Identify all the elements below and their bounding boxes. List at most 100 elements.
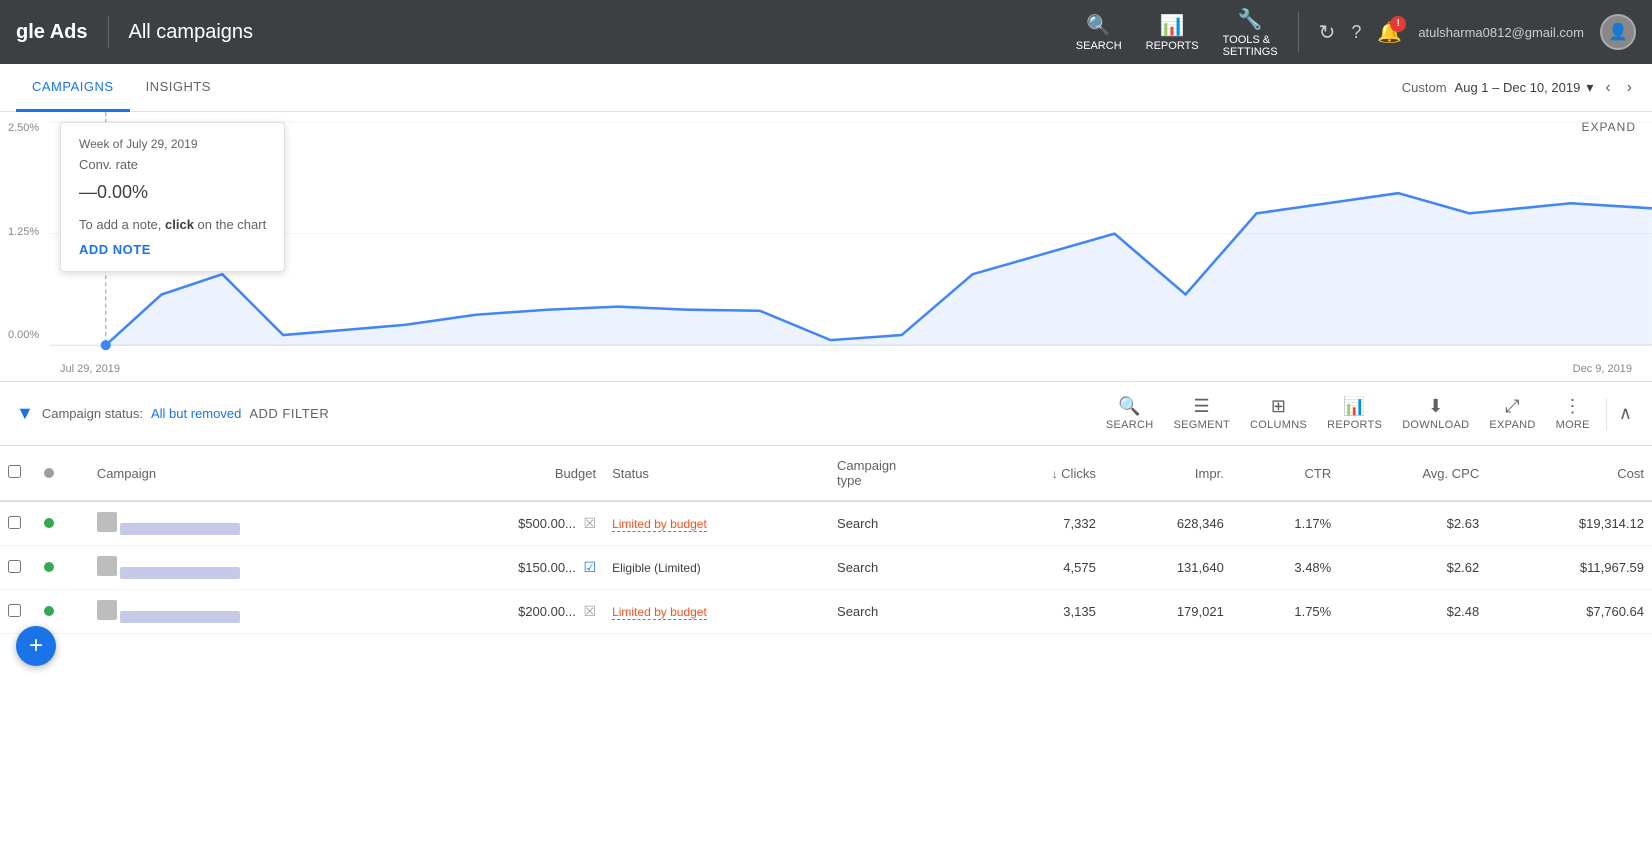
page-title: All campaigns <box>129 21 1064 44</box>
y-label-top: 2.50% <box>8 122 39 134</box>
clicks-cell: 7,332 <box>982 501 1104 546</box>
refresh-button[interactable]: ↻ <box>1319 20 1336 45</box>
toolbar-columns-button[interactable]: ⊞ COLUMNS <box>1242 392 1315 435</box>
avg-cpc-cell: $2.48 <box>1339 590 1487 634</box>
date-range-button[interactable]: Aug 1 – Dec 10, 2019 ▾ <box>1455 79 1594 96</box>
toolbar-download-button[interactable]: ⬇ DOWNLOAD <box>1394 392 1477 435</box>
cost-cell: $19,314.12 <box>1487 501 1652 546</box>
table-row: $150.00... ☑ Eligible (Limited) Search 4… <box>0 546 1652 590</box>
reports-nav-label: REPORTS <box>1146 40 1199 52</box>
add-note-button[interactable]: ADD NOTE <box>79 242 151 257</box>
tab-insights[interactable]: INSIGHTS <box>130 64 227 112</box>
header-checkbox-cell <box>0 446 36 501</box>
reports-nav-button[interactable]: 📊 REPORTS <box>1146 13 1199 52</box>
fab-add-button[interactable]: + <box>16 626 56 666</box>
impr-cell: 628,346 <box>1104 501 1232 546</box>
nav-icon-divider <box>1298 12 1299 52</box>
header-cost[interactable]: Cost <box>1487 446 1652 501</box>
nav-divider <box>108 16 109 48</box>
header-avg-cpc[interactable]: Avg. CPC <box>1339 446 1487 501</box>
budget-x-icon: ☒ <box>584 603 597 619</box>
chart-y-labels: 2.50% 1.25% 0.00% <box>8 112 39 351</box>
toolbar-segment-icon: ☰ <box>1194 396 1210 417</box>
header-impr[interactable]: Impr. <box>1104 446 1232 501</box>
select-all-checkbox[interactable] <box>8 465 21 478</box>
header-ctr[interactable]: CTR <box>1232 446 1339 501</box>
status-cell: Limited by budget <box>604 590 829 634</box>
status-cell: Eligible (Limited) <box>604 546 829 590</box>
notifications-button[interactable]: 🔔 ! <box>1377 20 1402 45</box>
search-nav-button[interactable]: 🔍 SEARCH <box>1076 13 1122 52</box>
campaigns-table: Campaign Budget Status Campaigntype ↓ Cl… <box>0 446 1652 634</box>
header-campaign-type[interactable]: Campaigntype <box>829 446 982 501</box>
campaign-type-cell: Search <box>829 546 982 590</box>
add-filter-button[interactable]: ADD FILTER <box>249 406 329 421</box>
budget-check-icon: ☑ <box>584 559 597 575</box>
budget-cell: $500.00... ☒ <box>413 501 604 546</box>
header-clicks[interactable]: ↓ Clicks <box>982 446 1104 501</box>
date-dropdown-icon: ▾ <box>1586 79 1593 96</box>
toolbar-segment-button[interactable]: ☰ SEGMENT <box>1166 392 1239 435</box>
header-budget[interactable]: Budget <box>413 446 604 501</box>
tools-icon: 🔧 <box>1238 7 1263 32</box>
tab-campaigns[interactable]: CAMPAIGNS <box>16 64 130 112</box>
date-custom-label: Custom <box>1402 80 1447 95</box>
top-navigation: gle Ads All campaigns 🔍 SEARCH 📊 REPORTS… <box>0 0 1652 64</box>
user-email: atulsharma0812@gmail.com <box>1418 25 1584 40</box>
toolbar-expand-label: EXPAND <box>1489 419 1535 431</box>
date-range-value: Aug 1 – Dec 10, 2019 <box>1455 80 1581 95</box>
filter-status-value[interactable]: All but removed <box>151 406 241 421</box>
toolbar-divider <box>1606 398 1607 430</box>
reports-icon: 📊 <box>1160 13 1185 38</box>
campaign-name-cell[interactable] <box>89 501 413 546</box>
campaign-icon <box>97 512 117 532</box>
toolbar-reports-label: REPORTS <box>1327 419 1382 431</box>
tooltip-metric-value: —0.00% <box>79 174 266 205</box>
chart-svg[interactable] <box>50 112 1652 355</box>
campaign-name-cell[interactable] <box>89 546 413 590</box>
tools-nav-button[interactable]: 🔧 TOOLS & SETTINGS <box>1223 7 1278 58</box>
toolbar-columns-icon: ⊞ <box>1271 396 1286 417</box>
campaign-name-cell[interactable] <box>89 590 413 634</box>
budget-cell: $150.00... ☑ <box>413 546 604 590</box>
campaign-icon <box>97 600 117 620</box>
toolbar-more-button[interactable]: ⋮ MORE <box>1548 392 1598 435</box>
toolbar-search-label: SEARCH <box>1106 419 1154 431</box>
table-header-row: Campaign Budget Status Campaigntype ↓ Cl… <box>0 446 1652 501</box>
date-next-button[interactable]: › <box>1623 75 1636 101</box>
campaigns-table-wrapper: Campaign Budget Status Campaigntype ↓ Cl… <box>0 446 1652 634</box>
toolbar-search-button[interactable]: 🔍 SEARCH <box>1098 392 1162 435</box>
toolbar-search-icon: 🔍 <box>1118 396 1141 417</box>
help-button[interactable]: ? <box>1351 22 1361 43</box>
y-label-mid: 1.25% <box>8 226 39 238</box>
toolbar-expand-button[interactable]: ⤢ EXPAND <box>1481 392 1543 435</box>
sort-down-icon: ↓ <box>1052 467 1061 481</box>
toolbar-download-label: DOWNLOAD <box>1402 419 1469 431</box>
tooltip-note-text: To add a note, click on the chart <box>79 217 266 232</box>
toolbar-columns-label: COLUMNS <box>1250 419 1307 431</box>
cost-cell: $7,760.64 <box>1487 590 1652 634</box>
clicks-cell: 3,135 <box>982 590 1104 634</box>
toolbar-right-actions: 🔍 SEARCH ☰ SEGMENT ⊞ COLUMNS 📊 REPORTS ⬇… <box>1098 392 1636 435</box>
tooltip-week: Week of July 29, 2019 <box>79 137 266 151</box>
row-checkbox[interactable] <box>8 604 21 617</box>
header-campaign[interactable]: Campaign <box>89 446 413 501</box>
row-checkbox[interactable] <box>8 560 21 573</box>
tooltip-value-text: —0.00% <box>79 182 148 202</box>
row-checkbox[interactable] <box>8 516 21 529</box>
header-dot-icon <box>44 468 54 478</box>
filter-icon: ▼ <box>16 403 34 424</box>
header-status[interactable]: Status <box>604 446 829 501</box>
toolbar-collapse-button[interactable]: ∧ <box>1615 399 1636 428</box>
toolbar-reports-button[interactable]: 📊 REPORTS <box>1319 392 1390 435</box>
toolbar-download-icon: ⬇ <box>1428 396 1443 417</box>
budget-x-icon: ☒ <box>584 515 597 531</box>
date-prev-button[interactable]: ‹ <box>1601 75 1614 101</box>
budget-value: $500.00... <box>518 516 576 531</box>
search-icon: 🔍 <box>1086 13 1111 38</box>
user-avatar[interactable]: 👤 <box>1600 14 1636 50</box>
toolbar-more-icon: ⋮ <box>1564 396 1582 417</box>
row-status-dot-cell <box>36 501 89 546</box>
chart-tooltip: Week of July 29, 2019 Conv. rate —0.00% … <box>60 122 285 272</box>
chart-area: EXPAND 2.50% 1.25% 0.00% Jul 29, 2019 De… <box>0 112 1652 382</box>
